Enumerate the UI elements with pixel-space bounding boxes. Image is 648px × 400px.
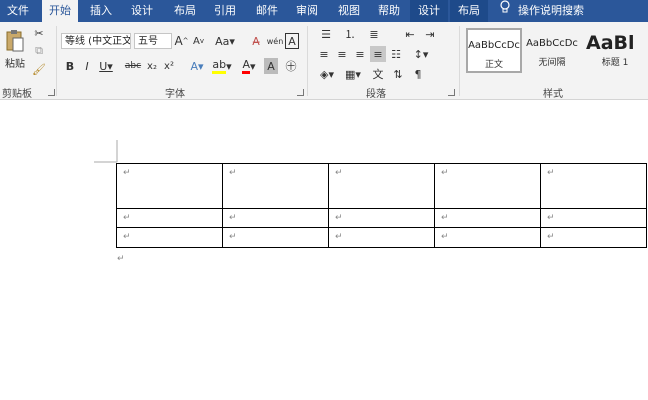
- line-spacing-icon[interactable]: ↕▾: [410, 46, 432, 62]
- enclose-characters-icon[interactable]: ㊉: [284, 58, 298, 74]
- font-name-combo[interactable]: 等线 (中文正文): [61, 33, 131, 49]
- grow-font-icon[interactable]: A ^: [174, 33, 188, 49]
- ribbon-home: 粘贴 ✂ ⧉ 🖌 剪贴板 等线 (中文正文) 五号 A ^ Av Aa▾ A̶ w…: [0, 22, 648, 100]
- style-preview: AaBl: [586, 32, 635, 54]
- style-name: 无间隔: [538, 58, 566, 68]
- table-cell[interactable]: ↵: [434, 163, 541, 209]
- table-cell[interactable]: ↵: [540, 163, 647, 209]
- document-table[interactable]: ↵ ↵ ↵ ↵ ↵ ↵ ↵ ↵ ↵ ↵ ↵ ↵ ↵ ↵ ↵: [116, 163, 647, 248]
- strikethrough-icon[interactable]: abc: [124, 58, 142, 74]
- style-name: 正文: [484, 60, 503, 70]
- table-cell[interactable]: ↵: [222, 208, 329, 228]
- bold-icon[interactable]: B: [63, 58, 77, 74]
- table-cell[interactable]: ↵: [540, 227, 647, 248]
- paragraph-launcher-icon[interactable]: [448, 89, 455, 96]
- text-effects-icon[interactable]: A▾: [186, 58, 208, 74]
- style-preview: AaBbCcDc: [526, 38, 578, 49]
- shrink-font-icon[interactable]: Av: [192, 33, 205, 49]
- tab-help[interactable]: 帮助: [370, 0, 408, 22]
- tab-home[interactable]: 开始: [42, 0, 78, 22]
- styles-group-label: 样式: [543, 89, 563, 100]
- style-name: 标题 1: [601, 58, 629, 68]
- tab-view[interactable]: 视图: [330, 0, 368, 22]
- table-cell[interactable]: ↵: [116, 208, 223, 228]
- character-border-icon[interactable]: A: [285, 33, 299, 49]
- shading-icon[interactable]: ◈▾: [316, 66, 338, 82]
- table-cell[interactable]: ↵: [222, 227, 329, 248]
- font-color-icon[interactable]: A ▾: [238, 58, 260, 74]
- justify-icon[interactable]: ≡: [370, 46, 386, 62]
- change-case-icon[interactable]: Aa▾: [214, 33, 236, 49]
- clear-formatting-icon[interactable]: A̶: [248, 33, 264, 49]
- table-cell[interactable]: ↵: [328, 163, 435, 209]
- table-cell[interactable]: ↵: [116, 227, 223, 248]
- cut-icon[interactable]: ✂: [32, 26, 46, 40]
- table-cell[interactable]: ↵: [222, 163, 329, 209]
- lightbulb-icon: [498, 0, 512, 22]
- borders-icon[interactable]: ▦▾: [342, 66, 364, 82]
- distributed-icon[interactable]: ☷: [388, 46, 404, 62]
- increase-indent-icon[interactable]: ⇥: [422, 26, 438, 42]
- multilevel-list-icon[interactable]: ≣: [364, 26, 384, 42]
- font-size-combo[interactable]: 五号: [134, 33, 172, 49]
- table-cell[interactable]: ↵: [540, 208, 647, 228]
- tab-table-layout[interactable]: 布局: [450, 0, 488, 22]
- table-cell[interactable]: ↵: [434, 227, 541, 248]
- tab-review[interactable]: 审阅: [288, 0, 326, 22]
- divider: [307, 26, 308, 96]
- tab-references[interactable]: 引用: [206, 0, 244, 22]
- character-shading-icon[interactable]: A: [264, 58, 278, 74]
- decrease-indent-icon[interactable]: ⇤: [402, 26, 418, 42]
- underline-icon[interactable]: U▾: [97, 58, 115, 74]
- align-center-icon[interactable]: ≡: [334, 46, 350, 62]
- align-right-icon[interactable]: ≡: [352, 46, 368, 62]
- subscript-icon[interactable]: x₂: [145, 58, 159, 74]
- bullets-icon[interactable]: ☰: [316, 26, 336, 42]
- show-hide-marks-icon[interactable]: ¶: [410, 66, 426, 82]
- tab-layout[interactable]: 布局: [166, 0, 204, 22]
- table-cell[interactable]: ↵: [328, 227, 435, 248]
- style-preview: AaBbCcDc: [468, 40, 520, 51]
- ribbon-tab-bar: 文件 开始 插入 设计 布局 引用 邮件 审阅 视图 帮助 设计 布局 操作说明…: [0, 0, 648, 22]
- tell-me-search[interactable]: 操作说明搜索: [518, 0, 608, 22]
- divider: [56, 26, 57, 96]
- table-row: ↵ ↵ ↵ ↵ ↵: [116, 227, 647, 248]
- tab-file[interactable]: 文件: [0, 0, 36, 22]
- copy-icon[interactable]: ⧉: [32, 44, 46, 58]
- italic-icon[interactable]: I: [80, 58, 94, 74]
- style-heading-1[interactable]: AaBl 标题 1: [582, 28, 648, 73]
- clipboard-launcher-icon[interactable]: [48, 89, 55, 96]
- phonetic-guide-icon[interactable]: wén: [267, 33, 284, 49]
- table-cell[interactable]: ↵: [116, 163, 223, 209]
- table-row: ↵ ↵ ↵ ↵ ↵: [116, 208, 647, 228]
- paragraph-mark: ↵: [117, 254, 125, 264]
- style-normal[interactable]: AaBbCcDc 正文: [466, 28, 522, 73]
- tab-insert[interactable]: 插入: [82, 0, 120, 22]
- format-painter-icon[interactable]: 🖌: [32, 62, 46, 76]
- tab-design[interactable]: 设计: [122, 0, 162, 22]
- sort-icon[interactable]: ⇅: [390, 66, 406, 82]
- table-row: ↵ ↵ ↵ ↵ ↵: [116, 163, 647, 209]
- align-left-icon[interactable]: ≡: [316, 46, 332, 62]
- document-page[interactable]: ↵ ↵ ↵ ↵ ↵ ↵ ↵ ↵ ↵ ↵ ↵ ↵ ↵ ↵ ↵ ↵: [0, 100, 648, 400]
- font-launcher-icon[interactable]: [297, 89, 304, 96]
- superscript-icon[interactable]: x²: [162, 58, 176, 74]
- paragraph-group-label: 段落: [366, 89, 386, 100]
- style-no-spacing[interactable]: AaBbCcDc 无间隔: [524, 28, 580, 73]
- paste-button[interactable]: 粘贴: [3, 56, 27, 70]
- font-group-label: 字体: [165, 89, 185, 100]
- table-cell[interactable]: ↵: [434, 208, 541, 228]
- table-cell[interactable]: ↵: [328, 208, 435, 228]
- highlight-icon[interactable]: ab ▾: [211, 58, 233, 74]
- numbering-icon[interactable]: ⒈: [340, 26, 360, 42]
- tab-table-design[interactable]: 设计: [410, 0, 448, 22]
- tab-mailings[interactable]: 邮件: [248, 0, 286, 22]
- clipboard-group-label: 剪贴板: [2, 89, 32, 100]
- paste-icon[interactable]: [4, 28, 26, 54]
- divider: [459, 26, 460, 96]
- chinese-layout-icon[interactable]: 文: [370, 66, 386, 82]
